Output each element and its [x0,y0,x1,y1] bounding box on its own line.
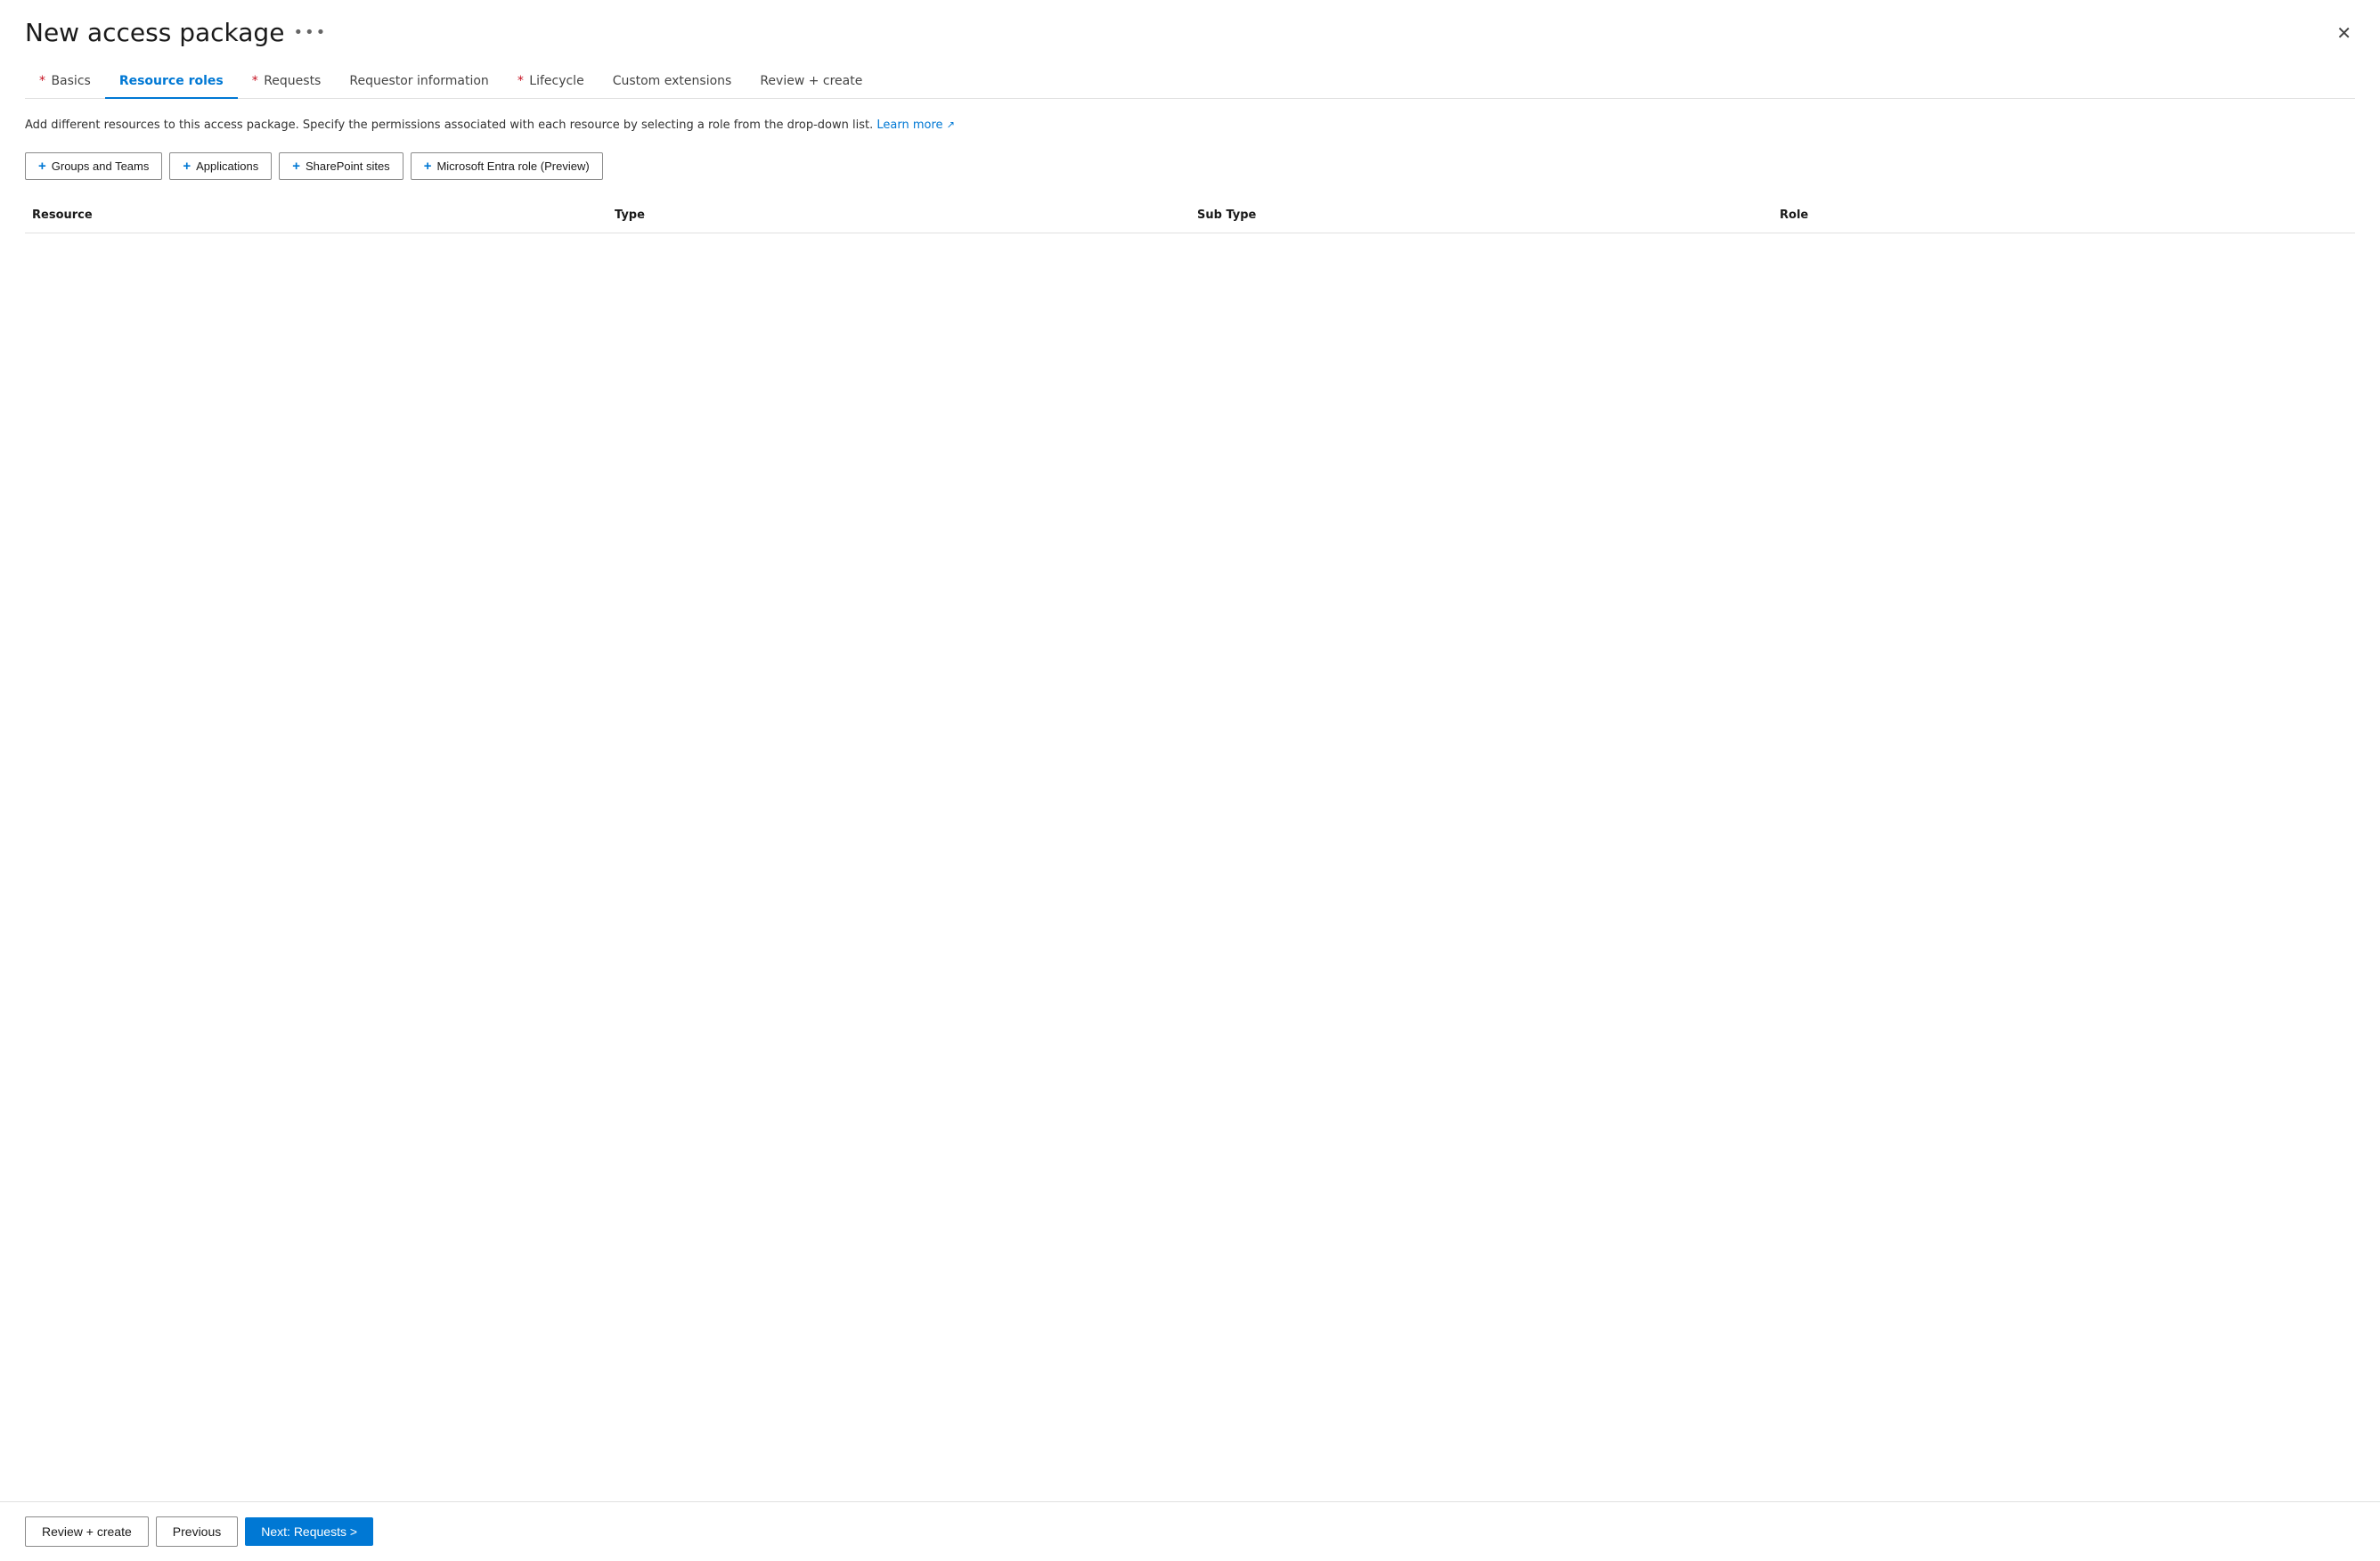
page-title: New access package [25,18,284,47]
learn-more-link[interactable]: Learn more ↗ [876,119,955,132]
sharepoint-sites-plus-icon: + [292,159,300,174]
applications-plus-icon: + [183,159,191,174]
tab-review-create[interactable]: Review + create [746,65,876,99]
table-header-sub-type: Sub Type [1190,205,1773,225]
table-header-type: Type [607,205,1190,225]
microsoft-entra-role-button[interactable]: + Microsoft Entra role (Preview) [411,152,603,180]
tab-custom-extensions[interactable]: Custom extensions [599,65,746,99]
applications-button[interactable]: + Applications [169,152,272,180]
footer-bar: Review + create Previous Next: Requests … [0,1501,2380,1561]
table-header-resource: Resource [25,205,607,225]
tab-requests[interactable]: * Requests [238,65,336,99]
groups-teams-label: Groups and Teams [52,159,150,173]
next-button[interactable]: Next: Requests > [245,1517,373,1546]
previous-button[interactable]: Previous [156,1516,238,1547]
action-buttons: + Groups and Teams + Applications + SharePoin… [25,152,2355,180]
page-title-area: New access package ••• [25,18,327,47]
tab-lifecycle[interactable]: * Lifecycle [503,65,599,99]
description-text: Add different resources to this access p… [25,117,2355,135]
microsoft-entra-role-plus-icon: + [424,159,432,174]
groups-teams-plus-icon: + [38,159,46,174]
tab-resource-roles[interactable]: Resource roles [105,65,238,99]
tab-requestor-information[interactable]: Requestor information [335,65,502,99]
review-create-button[interactable]: Review + create [25,1516,149,1547]
page-header: New access package ••• ✕ [25,18,2355,47]
tabs-container: * BasicsResource roles* RequestsRequesto… [25,65,2355,99]
table-container: ResourceTypeSub TypeRole [25,198,2355,1502]
sharepoint-sites-button[interactable]: + SharePoint sites [279,152,403,180]
table-header: ResourceTypeSub TypeRole [25,198,2355,233]
close-icon[interactable]: ✕ [2333,20,2355,45]
table-header-role: Role [1773,205,2355,225]
sharepoint-sites-label: SharePoint sites [306,159,390,173]
more-options-icon[interactable]: ••• [293,23,327,42]
applications-label: Applications [196,159,258,173]
microsoft-entra-role-label: Microsoft Entra role (Preview) [436,159,589,173]
table-body [25,233,2355,590]
groups-teams-button[interactable]: + Groups and Teams [25,152,162,180]
tab-basics[interactable]: * Basics [25,65,105,99]
